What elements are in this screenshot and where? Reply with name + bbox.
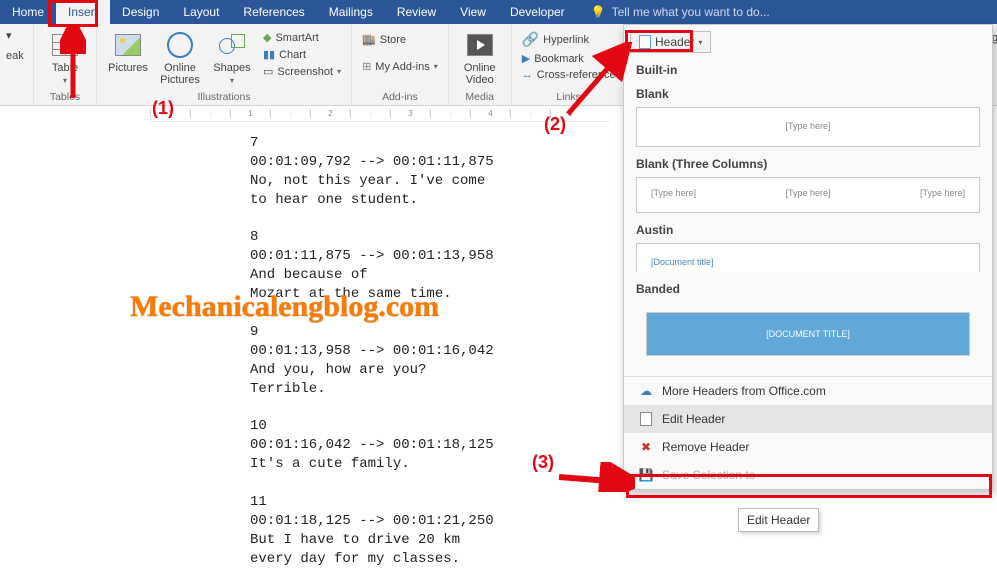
office-icon: ☁ <box>638 383 654 399</box>
chart-button[interactable]: ▮▮Chart <box>261 47 343 62</box>
blank-label: Blank <box>636 83 980 107</box>
tab-developer[interactable]: Developer <box>498 0 577 24</box>
screenshot-icon: ▭ <box>263 65 273 78</box>
store-button[interactable]: 🏬Store <box>360 32 440 47</box>
tab-home[interactable]: Home <box>0 0 56 24</box>
annotation-arrow-3 <box>555 462 635 492</box>
my-addins-button[interactable]: ⊞My Add-ins▾ <box>360 59 440 74</box>
group-media-label: Media <box>465 91 494 103</box>
save-selection-icon: 💾 <box>638 467 654 483</box>
lightbulb-icon: 💡 <box>591 5 606 19</box>
tab-view[interactable]: View <box>448 0 498 24</box>
horizontal-ruler[interactable]: 1·1·2·3·4·5 <box>150 106 610 122</box>
cover-page-button[interactable]: ▾ <box>4 28 26 43</box>
more-headers-menu-item[interactable]: ☁ More Headers from Office.com <box>624 377 992 405</box>
tell-me-label: Tell me what you want to do... <box>612 5 770 19</box>
edit-header-tooltip: Edit Header <box>738 508 819 532</box>
blank3-label: Blank (Three Columns) <box>636 153 980 177</box>
header-dropdown-panel: Header ▾ Built-in Blank [Type here] Blan… <box>623 24 993 490</box>
screenshot-button[interactable]: ▭Screenshot▾ <box>261 64 343 79</box>
shapes-icon <box>217 30 247 60</box>
chart-icon: ▮▮ <box>263 48 275 61</box>
smartart-button[interactable]: ◆SmartArt <box>261 30 343 45</box>
tab-insert[interactable]: Insert <box>56 0 110 24</box>
austin-label: Austin <box>636 219 980 243</box>
banded-label: Banded <box>636 278 980 302</box>
crossref-icon: ↔ <box>522 69 533 81</box>
tell-me-search[interactable]: 💡 Tell me what you want to do... <box>591 0 770 24</box>
tab-review[interactable]: Review <box>385 0 448 24</box>
header-button[interactable]: Header ▾ <box>630 31 711 53</box>
header-preset-blank-three[interactable]: [Type here] [Type here] [Type here] <box>636 177 980 213</box>
remove-header-menu-item[interactable]: ✖ Remove Header <box>624 433 992 461</box>
group-addins-label: Add-ins <box>382 91 418 103</box>
online-pictures-icon <box>165 30 195 60</box>
document-body[interactable]: 7 00:01:09,792 --> 00:01:11,875 No, not … <box>250 134 494 568</box>
hyperlink-icon: 🔗 <box>522 31 539 48</box>
header-icon <box>639 35 651 49</box>
tab-references[interactable]: References <box>231 0 316 24</box>
tab-mailings[interactable]: Mailings <box>317 0 385 24</box>
header-preset-banded[interactable]: [DOCUMENT TITLE] <box>646 312 970 356</box>
tab-strip: Home Insert Design Layout References Mai… <box>0 0 997 24</box>
store-icon: 🏬 <box>362 33 376 46</box>
header-preset-austin[interactable]: [Document title] <box>636 243 980 272</box>
pictures-icon <box>113 30 143 60</box>
addins-icon: ⊞ <box>362 60 371 73</box>
tab-layout[interactable]: Layout <box>171 0 231 24</box>
pictures-button[interactable]: Pictures <box>105 28 151 76</box>
annotation-number-2: (2) <box>544 114 566 135</box>
group-illustrations-label: Illustrations <box>197 91 250 103</box>
edit-header-menu-item[interactable]: Edit Header <box>624 405 992 433</box>
annotation-arrow-2 <box>560 42 640 122</box>
edit-header-icon <box>638 411 654 427</box>
builtin-label: Built-in <box>624 59 992 83</box>
online-video-button[interactable]: Online Video <box>457 28 503 88</box>
annotation-number-3: (3) <box>532 452 554 473</box>
online-pictures-button[interactable]: Online Pictures <box>157 28 203 88</box>
remove-header-icon: ✖ <box>638 439 654 455</box>
blank-page-button[interactable] <box>4 45 26 47</box>
bookmark-icon: ▶ <box>522 52 530 65</box>
shapes-button[interactable]: Shapes▾ <box>209 28 255 87</box>
group-pages-label <box>4 91 7 103</box>
chevron-down-icon: ▾ <box>698 38 702 47</box>
annotation-arrow-1 <box>60 26 86 106</box>
video-icon <box>465 30 495 60</box>
smartart-icon: ◆ <box>263 31 271 44</box>
header-preset-blank[interactable]: [Type here] <box>636 107 980 147</box>
annotation-number-1: (1) <box>152 98 174 119</box>
save-selection-menu-item: 💾 Save Selection to <box>624 461 992 489</box>
page-break-button[interactable]: eak <box>4 49 26 63</box>
tab-design[interactable]: Design <box>110 0 171 24</box>
